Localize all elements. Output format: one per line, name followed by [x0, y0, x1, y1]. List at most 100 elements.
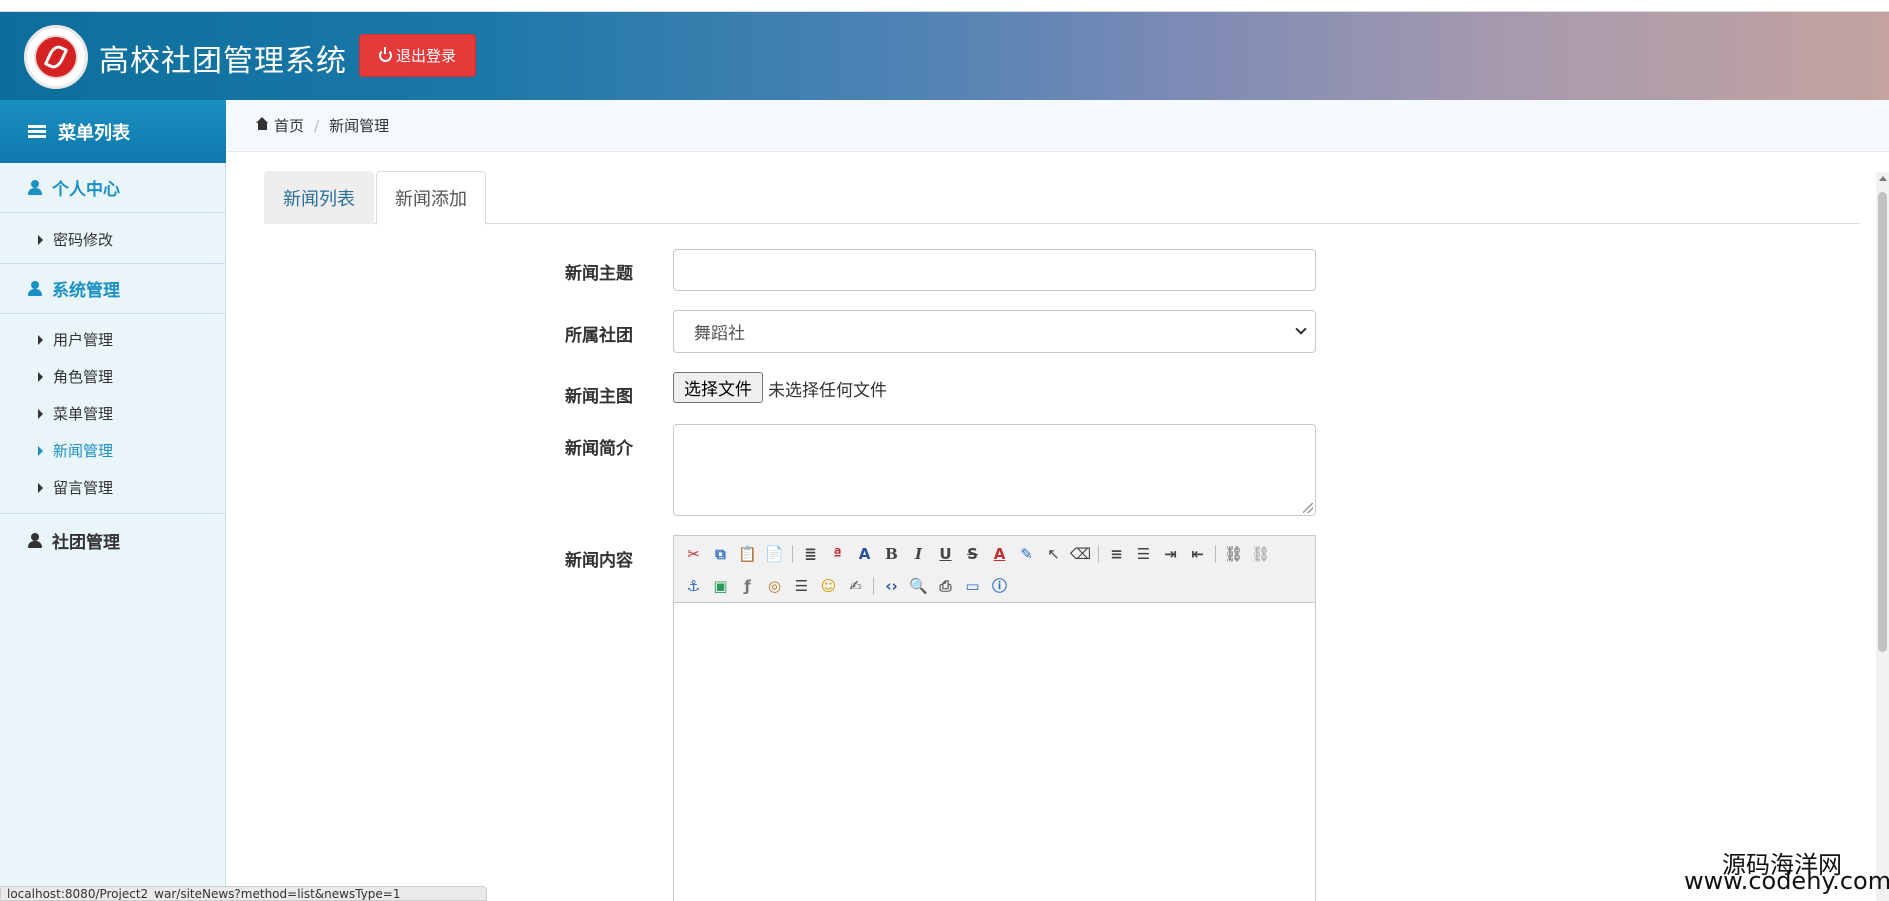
- eraser-icon[interactable]: ⌫: [1069, 542, 1092, 565]
- sidebar-item-label: 菜单管理: [53, 405, 114, 423]
- club-label: 所属社团: [565, 326, 633, 346]
- preview-icon[interactable]: 🔍: [907, 574, 930, 597]
- list-icon: [28, 124, 46, 139]
- resize-grip-icon[interactable]: [1303, 503, 1313, 513]
- caret-right-icon: [38, 371, 43, 382]
- toolbar-row-2: ⚓ ▣ ƒ ◎ ☰ ☺ ✍ ‹› 🔍 ⎙ ▭ ⓘ: [682, 574, 1011, 597]
- app-header: 高校社团管理系统 退出登录: [0, 12, 1889, 100]
- editor-toolbar: ✂ ⧉ 📋 📄 ≣ ª A B I U S A ✎ ↖ ⌫ ≡ ☰ ⇥ ⇤ ⛓ …: [674, 536, 1315, 603]
- sidebar-item-label: 密码修改: [53, 231, 114, 249]
- media-icon[interactable]: ◎: [763, 574, 786, 597]
- edit-icon[interactable]: ✍: [844, 574, 867, 597]
- breadcrumb-current: 新闻管理: [329, 117, 390, 135]
- browser-status-url: localhost:8080/Project2_war/siteNews?met…: [0, 886, 487, 901]
- tab-news-add[interactable]: 新闻添加: [376, 171, 486, 225]
- scroll-up-icon[interactable]: [1879, 176, 1887, 181]
- sidebar-header: 菜单列表: [0, 100, 226, 163]
- sidebar-item-messages[interactable]: 留言管理: [0, 469, 226, 506]
- image-icon[interactable]: ▣: [709, 574, 732, 597]
- browser-top-edge: [0, 0, 1889, 12]
- sidebar-item-password-change[interactable]: 密码修改: [0, 221, 226, 258]
- breadcrumb: 首页 / 新闻管理: [226, 100, 1889, 152]
- logout-button[interactable]: 退出登录: [359, 34, 476, 77]
- summary-textarea[interactable]: [673, 424, 1316, 516]
- cut-icon[interactable]: ✂: [682, 542, 705, 565]
- club-selected-value: 舞蹈社: [694, 324, 745, 344]
- page-scrollbar[interactable]: [1876, 172, 1889, 901]
- highlight-color-icon[interactable]: ✎: [1015, 542, 1038, 565]
- sidebar-item-roles[interactable]: 角色管理: [0, 358, 226, 395]
- content-label: 新闻内容: [565, 551, 633, 571]
- sidebar-item-news[interactable]: 新闻管理: [0, 432, 226, 469]
- rich-text-editor[interactable]: ✂ ⧉ 📋 📄 ≣ ª A B I U S A ✎ ↖ ⌫ ≡ ☰ ⇥ ⇤ ⛓ …: [673, 535, 1316, 901]
- sidebar: 菜单列表 个人中心 密码修改 系统管理 用户管理 角色管理 菜单管理 新闻管理 …: [0, 100, 226, 901]
- emoticon-icon[interactable]: ☺: [817, 574, 840, 597]
- strikethrough-icon[interactable]: S: [961, 542, 984, 565]
- toolbar-row-1: ✂ ⧉ 📋 📄 ≣ ª A B I U S A ✎ ↖ ⌫ ≡ ☰ ⇥ ⇤ ⛓ …: [682, 542, 1272, 565]
- caret-right-icon: [38, 408, 43, 419]
- subject-label: 新闻主题: [565, 264, 633, 284]
- user-icon: [28, 281, 42, 296]
- caret-right-icon: [38, 334, 43, 345]
- sidebar-divider: [0, 513, 226, 514]
- subject-input[interactable]: [673, 249, 1316, 291]
- bold-icon[interactable]: B: [880, 542, 903, 565]
- user-icon: [28, 180, 42, 195]
- breadcrumb-separator: /: [314, 116, 320, 135]
- print-icon[interactable]: ⎙: [934, 574, 957, 597]
- flash-icon[interactable]: ƒ: [736, 574, 759, 597]
- sidebar-item-label: 用户管理: [53, 331, 114, 349]
- club-select[interactable]: 舞蹈社: [673, 310, 1316, 353]
- anchor-icon[interactable]: ⚓: [682, 574, 705, 597]
- toolbar-separator: [792, 544, 793, 563]
- watermark-line-2: www.codehy.com: [1684, 867, 1889, 895]
- breadcrumb-home[interactable]: 首页: [274, 115, 304, 136]
- sidebar-group-personal[interactable]: 个人中心: [0, 163, 226, 213]
- sidebar-item-label: 角色管理: [53, 368, 114, 386]
- bullet-list-icon[interactable]: ☰: [1132, 542, 1155, 565]
- about-icon[interactable]: ⓘ: [988, 574, 1011, 597]
- toolbar-separator: [873, 576, 874, 595]
- spellcheck-icon[interactable]: ª: [826, 542, 849, 565]
- tab-news-list[interactable]: 新闻列表: [264, 171, 374, 224]
- sidebar-item-label: 新闻管理: [53, 442, 114, 460]
- select-icon[interactable]: ↖: [1042, 542, 1065, 565]
- outdent-icon[interactable]: ⇤: [1186, 542, 1209, 565]
- source-code-icon[interactable]: ‹›: [880, 574, 903, 597]
- logout-label: 退出登录: [395, 47, 456, 65]
- school-logo: [24, 25, 88, 89]
- sidebar-item-menus[interactable]: 菜单管理: [0, 395, 226, 432]
- font-color-icon[interactable]: A: [988, 542, 1011, 565]
- sidebar-group-system[interactable]: 系统管理: [0, 264, 226, 314]
- horizontal-rule-icon[interactable]: ☰: [790, 574, 813, 597]
- app-title: 高校社团管理系统: [99, 44, 347, 79]
- indent-icon[interactable]: ⇥: [1159, 542, 1182, 565]
- font-style-icon[interactable]: A: [853, 542, 876, 565]
- summary-label: 新闻简介: [565, 439, 633, 459]
- paste-text-icon[interactable]: 📄: [763, 542, 786, 565]
- sidebar-item-label: 留言管理: [53, 479, 114, 497]
- link-icon[interactable]: ⛓: [1222, 542, 1245, 565]
- caret-right-icon: [38, 445, 43, 456]
- scroll-thumb[interactable]: [1878, 192, 1887, 652]
- justify-icon[interactable]: ≣: [799, 542, 822, 565]
- home-icon: [256, 117, 269, 131]
- underline-icon[interactable]: U: [934, 542, 957, 565]
- sidebar-title: 菜单列表: [58, 122, 130, 144]
- sidebar-group-label: 个人中心: [52, 180, 120, 200]
- copy-icon[interactable]: ⧉: [709, 542, 732, 565]
- align-left-icon[interactable]: ≡: [1105, 542, 1128, 565]
- sidebar-group-label: 社团管理: [52, 532, 120, 553]
- sidebar-group-clubs[interactable]: 社团管理: [0, 515, 226, 565]
- italic-icon[interactable]: I: [907, 542, 930, 565]
- unlink-icon[interactable]: ⛓: [1249, 542, 1272, 565]
- choose-file-button[interactable]: 选择文件: [673, 372, 763, 403]
- user-icon: [28, 532, 42, 548]
- paste-icon[interactable]: 📋: [736, 542, 759, 565]
- power-icon: [378, 47, 392, 62]
- sidebar-item-users[interactable]: 用户管理: [0, 321, 226, 358]
- sidebar-group-label: 系统管理: [52, 281, 120, 301]
- image-label: 新闻主图: [565, 387, 633, 407]
- fullscreen-icon[interactable]: ▭: [961, 574, 984, 597]
- chevron-down-icon: [1295, 323, 1307, 335]
